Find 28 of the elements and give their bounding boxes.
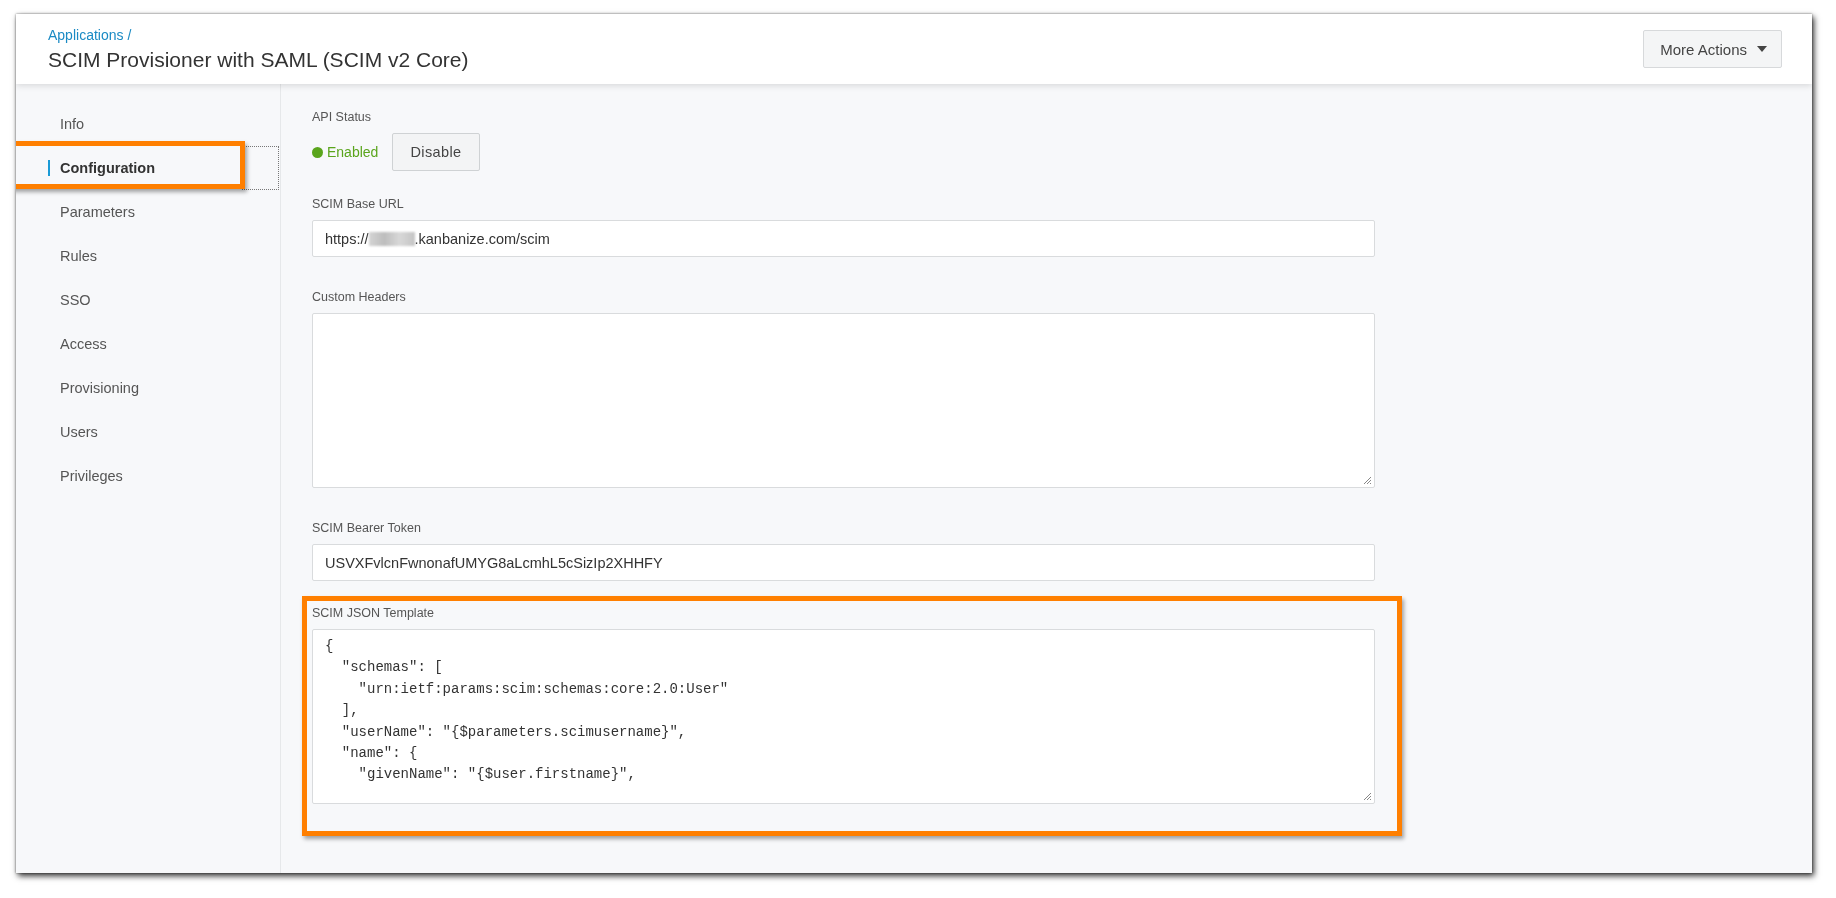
sidebar-item[interactable]: Info [60, 116, 85, 132]
resize-grip-icon[interactable] [1363, 476, 1372, 485]
sidebar-item[interactable]: Privileges [60, 468, 123, 484]
base-url-field[interactable]: https:// .kanbanize.com/scim [312, 220, 1375, 257]
field-label: SCIM Bearer Token [312, 521, 421, 535]
field-label: SCIM JSON Template [312, 606, 435, 620]
field-label: SCIM Base URL [312, 197, 404, 211]
sidebar-item[interactable]: Provisioning [60, 380, 139, 396]
field-label: API Status [312, 110, 372, 124]
focus-outline [242, 146, 279, 190]
page-title: SCIM Provisioner with SAML (SCIM v2 Core) [48, 47, 469, 72]
custom-headers-field[interactable] [312, 313, 1375, 488]
more-actions-button[interactable]: More Actions [1643, 30, 1782, 68]
sidebar-item[interactable]: Rules [60, 248, 98, 264]
caret-icon [1757, 46, 1767, 52]
sidebar-item[interactable]: Configuration [60, 160, 156, 176]
active-indicator [48, 160, 50, 176]
sidebar-item[interactable]: SSO [60, 292, 91, 308]
resize-grip-icon[interactable] [1363, 792, 1372, 801]
disable-button[interactable]: Disable [392, 133, 480, 171]
breadcrumb-link[interactable]: Applications / [48, 26, 132, 43]
sidebar-item[interactable]: Users [60, 424, 98, 440]
status-text: Enabled [327, 144, 379, 160]
json-template-field[interactable]: { "schemas": [ "urn:ietf:params:scim:schemas:core:2.0:User" ], "userName": "{$parameters.scimusername}", "name": { "givenName": "{$user.firstname}", [312, 629, 1375, 804]
sidebar-item[interactable]: Parameters [60, 204, 135, 220]
sidebar-item[interactable]: Access [60, 336, 107, 352]
bearer-token-field[interactable]: USVXFvlcnFwnonafUMYG8aLcmhL5cSizIp2XHHFY [312, 544, 1375, 581]
field-label: Custom Headers [312, 290, 406, 304]
